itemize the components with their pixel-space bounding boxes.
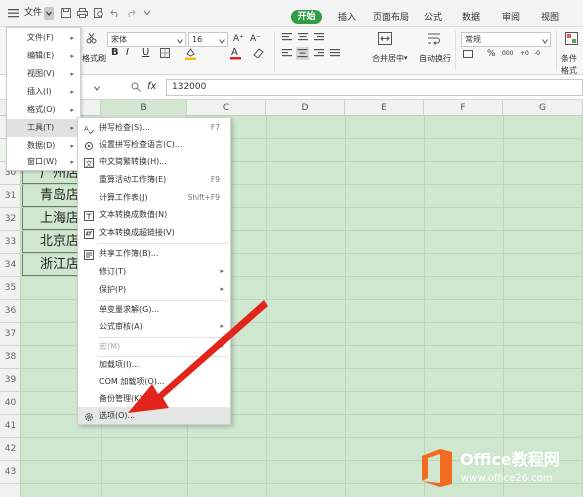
annotation-arrow-shape (128, 300, 268, 413)
watermark: Office教程网 www.office26.com (418, 444, 583, 494)
watermark-brand: Office教程网 (460, 450, 560, 469)
office-logo-icon (420, 448, 454, 488)
annotation-arrow (128, 300, 268, 413)
watermark-url: www.office26.com (461, 473, 553, 484)
